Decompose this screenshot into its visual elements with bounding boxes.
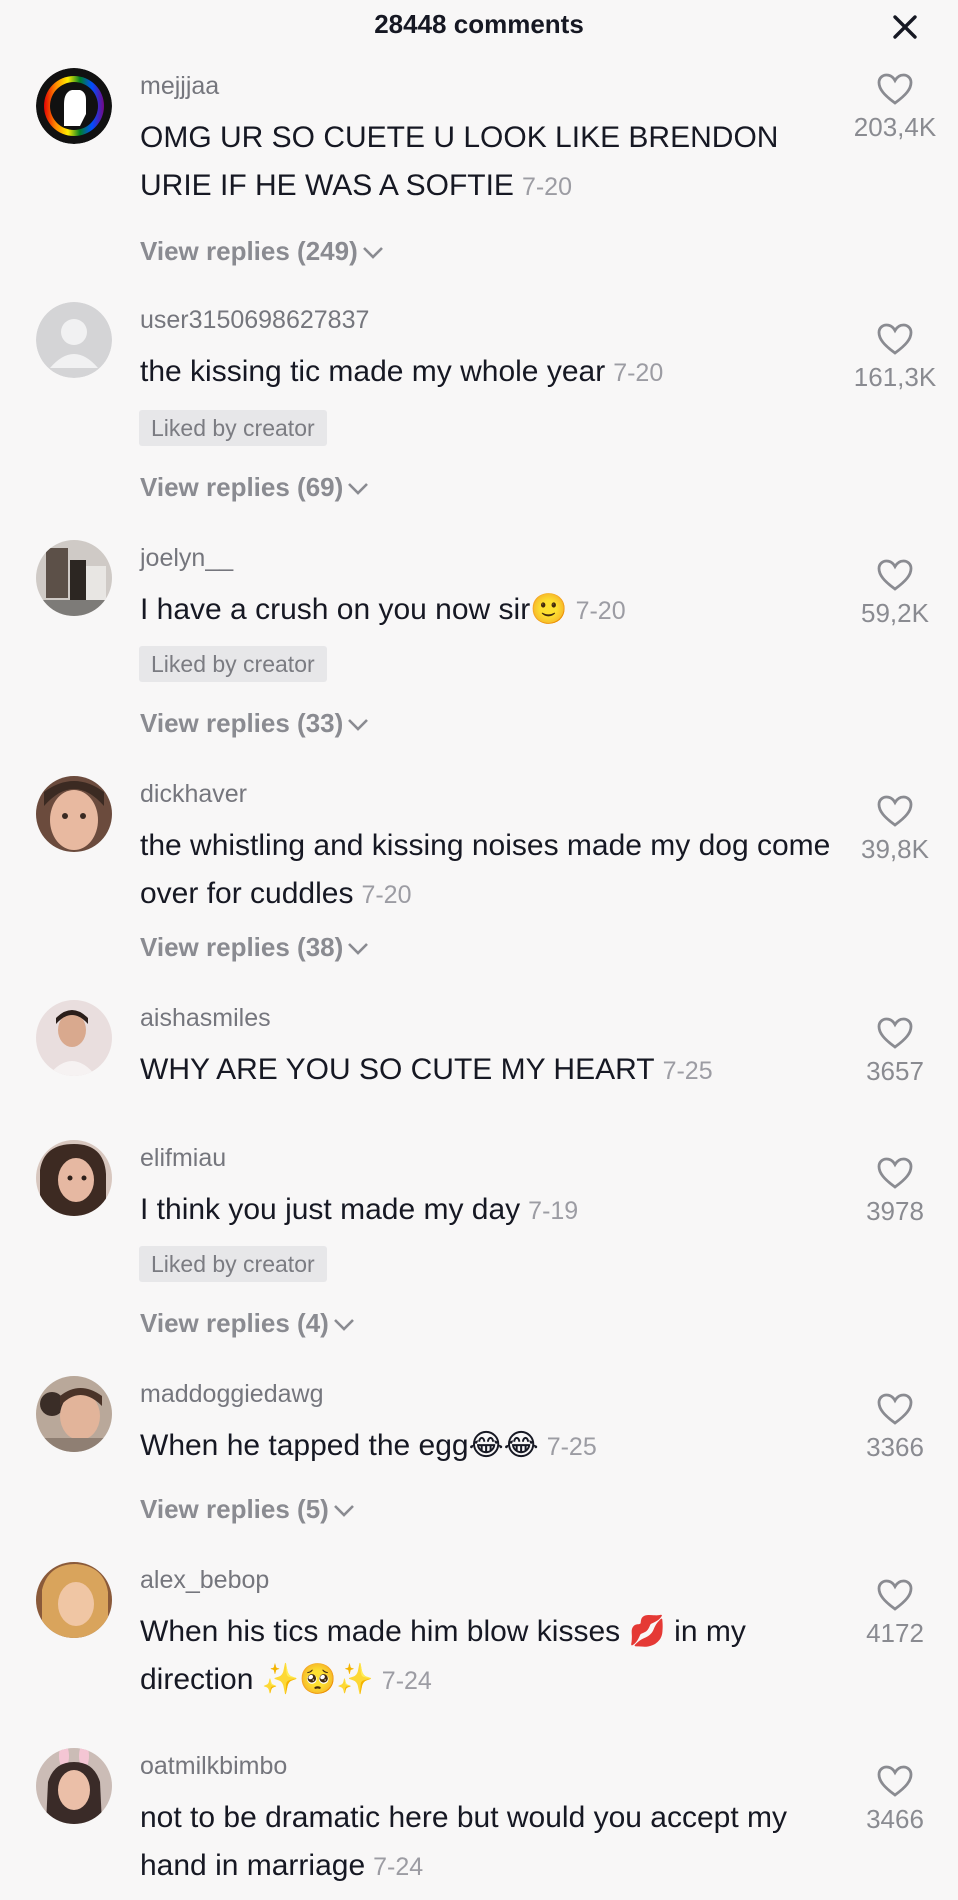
comment-date: 7-24	[373, 1853, 424, 1881]
like-section: 59,2K	[840, 558, 950, 629]
comment-text: not to be dramatic here but would you ac…	[140, 1801, 788, 1882]
like-count: 59,2K	[861, 598, 929, 628]
avatar[interactable]	[36, 1376, 112, 1452]
comment-username[interactable]: oatmilkbimbo	[140, 1752, 287, 1781]
heart-icon[interactable]	[876, 1016, 914, 1050]
comment-date: 7-24	[381, 1667, 432, 1695]
comments-header: 28448 comments	[0, 0, 958, 52]
like-count: 3466	[866, 1804, 924, 1834]
view-replies-button[interactable]: View replies (38)	[140, 932, 369, 963]
comment-text: OMG UR SO CUETE U LOOK LIKE BRENDON URIE…	[140, 121, 779, 202]
liked-by-creator-badge: Liked by creator	[139, 410, 327, 446]
comment-date: 7-19	[528, 1197, 579, 1225]
like-count: 39,8K	[861, 834, 929, 864]
view-replies-button[interactable]: View replies (249)	[140, 236, 384, 267]
heart-icon[interactable]	[876, 1578, 914, 1612]
comment-username[interactable]: alex_bebop	[140, 1566, 269, 1595]
like-section: 39,8K	[840, 794, 950, 865]
close-icon[interactable]	[888, 10, 922, 44]
comment-date: 7-20	[521, 173, 572, 201]
avatar[interactable]	[36, 302, 112, 378]
chevron-down-icon	[348, 943, 369, 955]
comment-username[interactable]: mejjjaa	[140, 72, 219, 101]
like-count: 203,4K	[853, 112, 937, 142]
heart-icon[interactable]	[876, 72, 914, 106]
like-section: 3366	[840, 1392, 950, 1463]
view-replies-button[interactable]: View replies (4)	[140, 1308, 355, 1339]
heart-icon[interactable]	[876, 322, 914, 356]
comment-date: 7-25	[662, 1057, 713, 1085]
comment-date: 7-20	[575, 597, 626, 625]
comment-text: the kissing tic made my whole year 7-20	[140, 355, 664, 388]
like-count: 3366	[866, 1432, 924, 1462]
chevron-down-icon	[348, 719, 369, 731]
view-replies-button[interactable]: View replies (33)	[140, 708, 369, 739]
comment-username[interactable]: maddoggiedawg	[140, 1380, 323, 1409]
avatar[interactable]	[36, 540, 112, 616]
view-replies-button[interactable]: View replies (69)	[140, 472, 369, 503]
chevron-down-icon	[362, 247, 383, 259]
like-count: 3978	[866, 1196, 924, 1226]
like-count: 4172	[866, 1618, 924, 1648]
chevron-down-icon	[348, 483, 369, 495]
like-section: 4172	[840, 1578, 950, 1649]
comment-username[interactable]: elifmiau	[140, 1144, 226, 1173]
comment-text: When he tapped the egg😂😂 7-25	[140, 1429, 597, 1462]
comment-text: I have a crush on you now sir🙂 7-20	[140, 593, 626, 626]
comment-date: 7-25	[546, 1433, 597, 1461]
heart-icon[interactable]	[876, 794, 914, 828]
heart-icon[interactable]	[876, 558, 914, 592]
comment-text: I think you just made my day 7-19	[140, 1193, 579, 1226]
chevron-down-icon	[333, 1319, 354, 1331]
avatar[interactable]	[36, 1140, 112, 1216]
comment-date: 7-20	[613, 359, 664, 387]
like-section: 203,4K	[840, 72, 950, 143]
liked-by-creator-badge: Liked by creator	[139, 1246, 327, 1282]
comment-username[interactable]: aishasmiles	[140, 1004, 271, 1033]
view-replies-button[interactable]: View replies (5)	[140, 1494, 355, 1525]
comment-text: WHY ARE YOU SO CUTE MY HEART 7-25	[140, 1053, 713, 1086]
like-section: 3978	[840, 1156, 950, 1227]
comment-username[interactable]: joelyn__	[140, 544, 233, 573]
liked-by-creator-badge: Liked by creator	[139, 646, 327, 682]
like-count: 3657	[866, 1056, 924, 1086]
avatar[interactable]	[36, 1748, 112, 1824]
avatar[interactable]	[36, 1562, 112, 1638]
like-section: 3466	[840, 1764, 950, 1835]
comment-username[interactable]: user3150698627837	[140, 306, 369, 335]
avatar[interactable]	[36, 776, 112, 852]
comment-date: 7-20	[361, 881, 412, 909]
like-section: 161,3K	[840, 322, 950, 393]
comment-count: 28448 comments	[374, 9, 584, 39]
heart-icon[interactable]	[876, 1156, 914, 1190]
avatar[interactable]	[36, 68, 112, 144]
like-count: 161,3K	[853, 362, 937, 392]
comment-text: When his tics made him blow kisses 💋 in …	[140, 1615, 746, 1696]
heart-icon[interactable]	[876, 1392, 914, 1426]
comment-text: the whistling and kissing noises made my…	[140, 829, 831, 910]
chevron-down-icon	[333, 1505, 354, 1517]
like-section: 3657	[840, 1016, 950, 1087]
avatar[interactable]	[36, 1000, 112, 1076]
heart-icon[interactable]	[876, 1764, 914, 1798]
comment-username[interactable]: dickhaver	[140, 780, 247, 809]
